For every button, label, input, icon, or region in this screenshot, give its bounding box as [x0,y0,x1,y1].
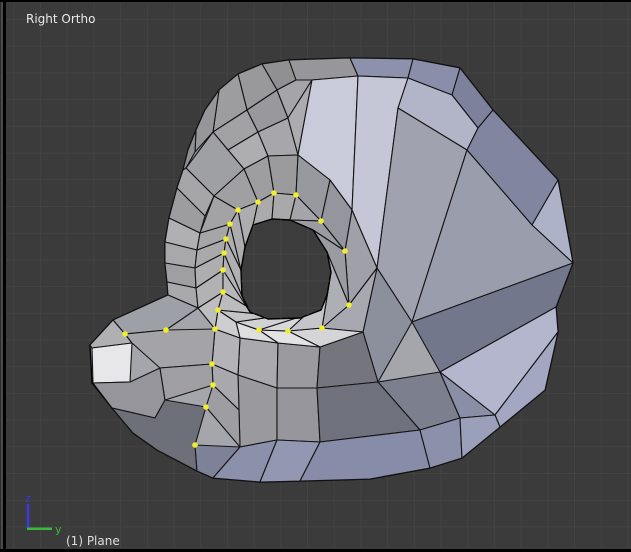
window-edge-top [0,0,631,2]
viewport-label: Right Ortho [26,12,95,26]
blender-3d-viewport[interactable]: Right Ortho z y (1) Plane [0,0,631,552]
y-axis-label: y [55,523,62,536]
z-axis-label: z [25,492,31,505]
window-edge-left [1,0,3,552]
object-info-label: (1) Plane [66,534,120,548]
